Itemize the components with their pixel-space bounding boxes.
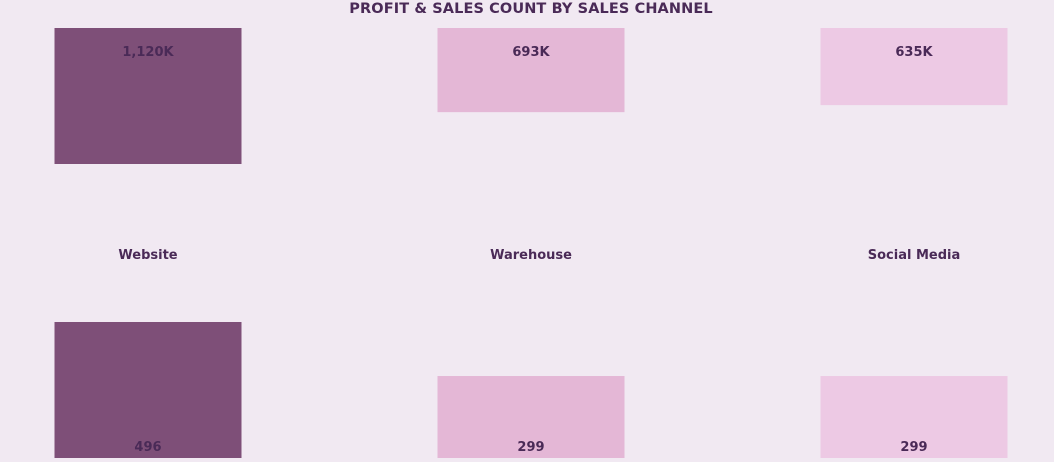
sales-count-data-label-social-media: 299 (900, 440, 927, 455)
sales-count-data-label-website: 496 (134, 440, 161, 455)
sales-count-data-label-warehouse: 299 (517, 440, 544, 455)
profit-data-label-warehouse: 693K (512, 45, 550, 60)
profit-data-label-website: 1,120K (122, 45, 174, 60)
profit-bar-social-media (820, 28, 1008, 106)
sales-count-bar-website (54, 322, 242, 458)
category-label-warehouse: Warehouse (490, 248, 572, 263)
profit-data-label-social-media: 635K (895, 45, 933, 60)
profit-sales-chart: 1,120K Website 496 693K Warehouse 299 635K Soci… (54, 28, 1008, 458)
profit-bar-warehouse (437, 28, 625, 113)
category-label-social-media: Social Media (868, 248, 961, 263)
category-label-website: Website (118, 248, 177, 263)
